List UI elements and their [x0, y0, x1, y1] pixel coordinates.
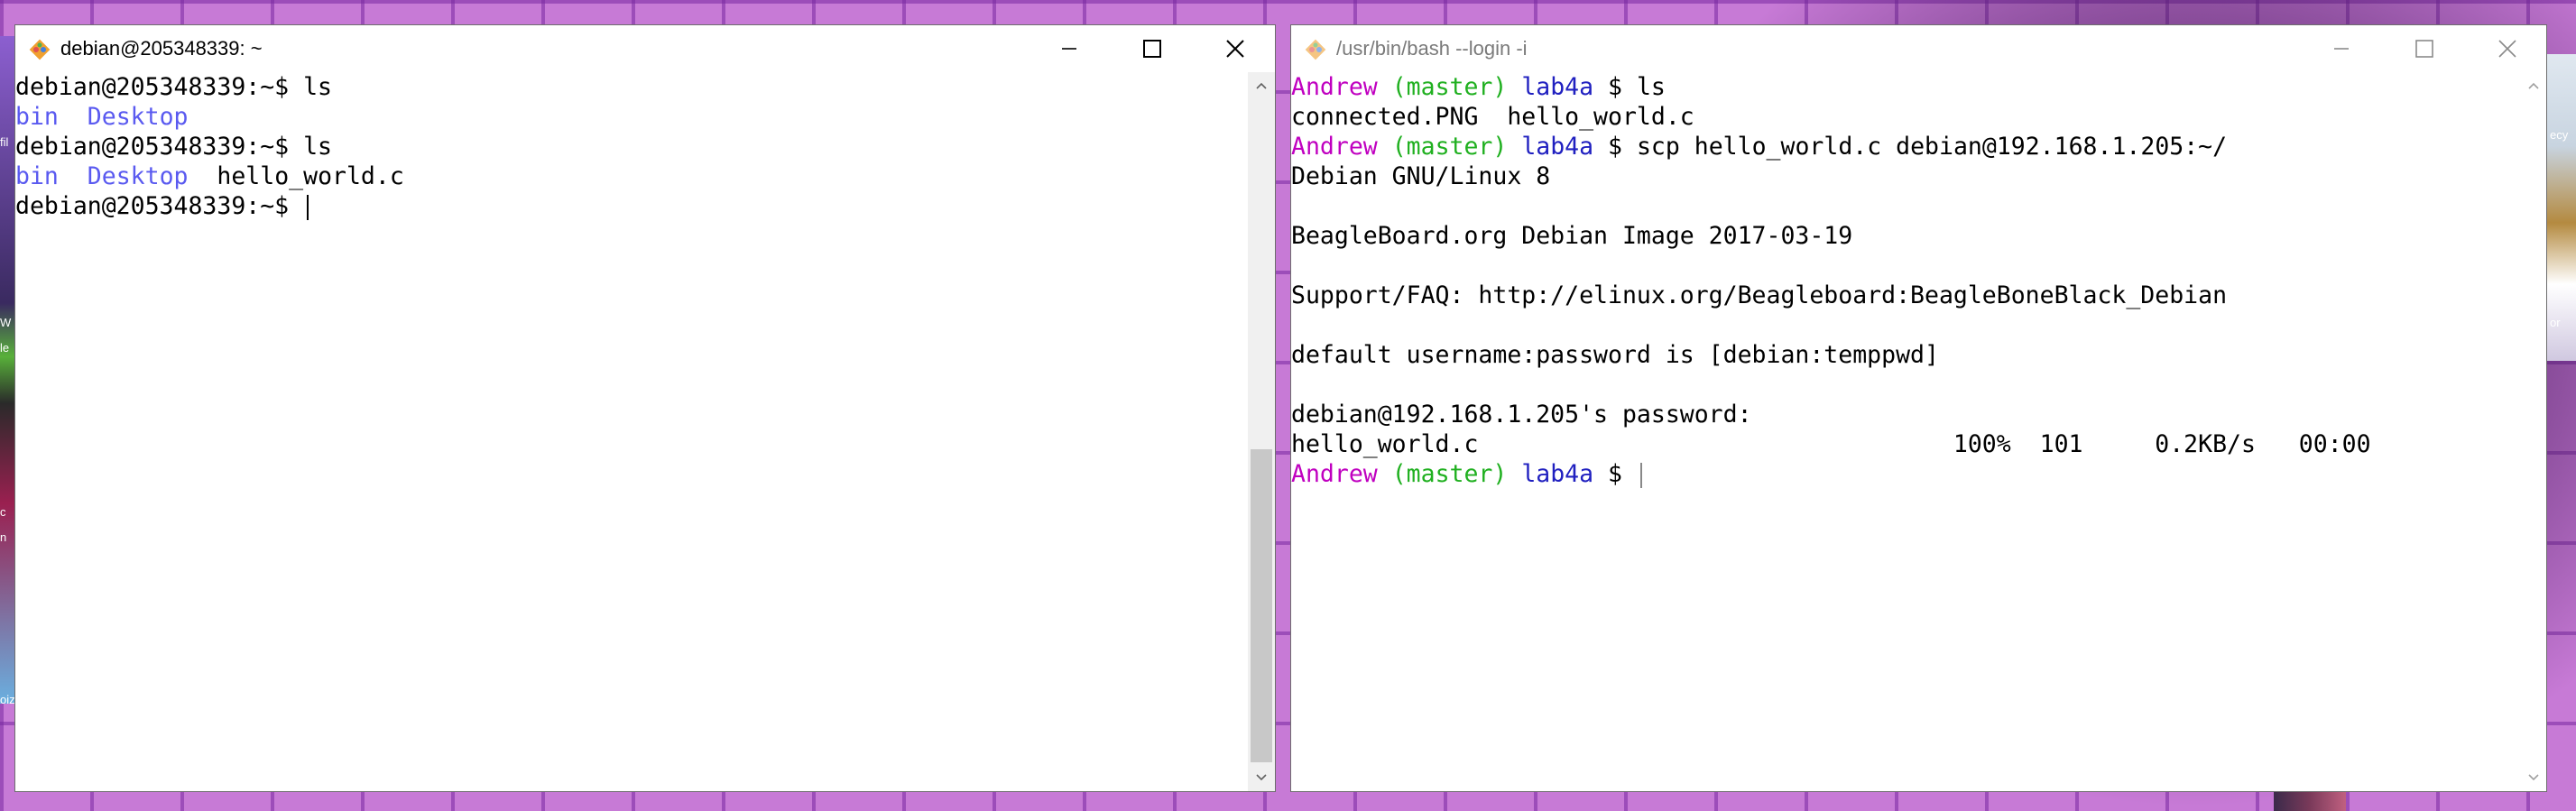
- terminal-text: $ ls: [1593, 73, 1666, 101]
- terminal-text: lab4a: [1521, 133, 1594, 161]
- chevron-up-icon: [2528, 82, 2539, 89]
- terminal-line: bin Desktop: [15, 102, 1248, 132]
- text-cursor: [1639, 462, 1642, 488]
- minimize-icon: [2334, 48, 2349, 50]
- maximize-icon: [1143, 40, 1161, 58]
- terminal-text: (master): [1391, 73, 1508, 101]
- terminal-text: bin: [15, 103, 59, 131]
- title-bar[interactable]: debian@205348339: ~: [15, 25, 1275, 72]
- terminal-line: debian@192.168.1.205's password:: [1291, 400, 2521, 429]
- terminal-line: debian@205348339:~$ ls: [15, 72, 1248, 102]
- chevron-down-icon: [1256, 774, 1267, 781]
- terminal-text: $: [1593, 460, 1637, 488]
- terminal-text: default username:password is [debian:tem…: [1291, 341, 1939, 369]
- desktop-icon-label[interactable]: oiz: [0, 693, 15, 706]
- terminal-line: Support/FAQ: http://elinux.org/Beagleboa…: [1291, 281, 2521, 310]
- close-button[interactable]: [2466, 25, 2549, 72]
- scroll-thumb[interactable]: [1251, 449, 1272, 762]
- terminal-text: debian@205348339:~$ ls: [15, 73, 332, 101]
- terminal-line: debian@205348339:~$: [15, 191, 1248, 221]
- desktop-icon-label[interactable]: ecy: [2550, 128, 2568, 142]
- scroll-up-button[interactable]: [1248, 72, 1275, 99]
- text-cursor: [307, 194, 309, 220]
- terminal-text: (master): [1391, 460, 1508, 488]
- terminal-text: bin: [15, 162, 59, 190]
- terminal-line: Debian GNU/Linux 8: [1291, 161, 2521, 191]
- scroll-down-button[interactable]: [2521, 764, 2546, 791]
- terminal-text: debian@205348339:~$: [15, 192, 304, 220]
- close-button[interactable]: [1194, 25, 1277, 72]
- terminal-text: Andrew: [1291, 73, 1378, 101]
- terminal-text: Desktop: [87, 162, 189, 190]
- terminal-line: BeagleBoard.org Debian Image 2017-03-19: [1291, 221, 2521, 251]
- scroll-down-button[interactable]: [1248, 764, 1275, 791]
- desktop-icon-label[interactable]: W: [0, 316, 11, 329]
- terminal-output[interactable]: debian@205348339:~$ ls bin Desktop debian@…: [15, 72, 1248, 791]
- terminal-text: lab4a: [1521, 73, 1594, 101]
- window-title: /usr/bin/bash --login -i: [1336, 37, 1528, 60]
- terminal-line: Andrew (master) lab4a $ ls: [1291, 72, 2521, 102]
- terminal-text: BeagleBoard.org Debian Image 2017-03-19: [1291, 222, 1853, 250]
- terminal-line: Andrew (master) lab4a $: [1291, 459, 2521, 489]
- desktop-icon-label[interactable]: le: [0, 341, 9, 355]
- git-bash-icon: [1305, 39, 1326, 60]
- vertical-scrollbar[interactable]: [2521, 72, 2546, 791]
- terminal-line: hello_world.c 100% 101 0.2KB/s 00:00: [1291, 429, 2521, 459]
- maximize-button[interactable]: [1111, 25, 1194, 72]
- git-bash-icon: [29, 39, 51, 60]
- window-title: debian@205348339: ~: [60, 37, 263, 60]
- terminal-window-right[interactable]: /usr/bin/bash --login -i Andrew (master)…: [1290, 24, 2547, 792]
- terminal-text: Andrew: [1291, 460, 1378, 488]
- terminal-output[interactable]: Andrew (master) lab4a $ ls connected.PNG …: [1291, 72, 2521, 791]
- terminal-text: debian@205348339:~$ ls: [15, 133, 332, 161]
- minimize-button[interactable]: [2300, 25, 2383, 72]
- terminal-text: debian@192.168.1.205's password:: [1291, 401, 1752, 429]
- terminal-window-left[interactable]: debian@205348339: ~ debian@205348339:~$ …: [14, 24, 1276, 792]
- terminal-text: lab4a: [1521, 460, 1594, 488]
- chevron-up-icon: [1256, 82, 1267, 89]
- terminal-text: Desktop: [87, 103, 189, 131]
- terminal-text: hello_world.c: [188, 162, 404, 190]
- desktop-icon-label[interactable]: or: [2550, 316, 2561, 329]
- desktop-icon-label[interactable]: c: [0, 505, 6, 519]
- desktop-icon-label[interactable]: fil: [0, 135, 8, 149]
- terminal-text: connected.PNG hello_world.c: [1291, 103, 1694, 131]
- minimize-button[interactable]: [1028, 25, 1111, 72]
- close-icon: [2498, 40, 2516, 58]
- terminal-text: Debian GNU/Linux 8: [1291, 162, 1551, 190]
- maximize-icon: [2415, 40, 2433, 58]
- close-icon: [1226, 40, 1244, 58]
- terminal-line: debian@205348339:~$ ls: [15, 132, 1248, 161]
- terminal-text: hello_world.c 100% 101 0.2KB/s 00:00: [1291, 430, 2371, 458]
- terminal-line: default username:password is [debian:tem…: [1291, 340, 2521, 370]
- terminal-text: (master): [1391, 133, 1508, 161]
- title-bar[interactable]: /usr/bin/bash --login -i: [1291, 25, 2546, 72]
- terminal-line: connected.PNG hello_world.c: [1291, 102, 2521, 132]
- terminal-text: $ scp hello_world.c debian@192.168.1.205…: [1593, 133, 2228, 161]
- terminal-line: bin Desktop hello_world.c: [15, 161, 1248, 191]
- terminal-text: Support/FAQ: http://elinux.org/Beagleboa…: [1291, 281, 2228, 309]
- terminal-line: Andrew (master) lab4a $ scp hello_world.…: [1291, 132, 2521, 161]
- minimize-icon: [1062, 48, 1076, 50]
- terminal-text: Andrew: [1291, 133, 1378, 161]
- desktop-icon-label[interactable]: n: [0, 530, 6, 544]
- maximize-button[interactable]: [2383, 25, 2466, 72]
- chevron-down-icon: [2528, 774, 2539, 781]
- scroll-up-button[interactable]: [2521, 72, 2546, 99]
- vertical-scrollbar[interactable]: [1248, 72, 1275, 791]
